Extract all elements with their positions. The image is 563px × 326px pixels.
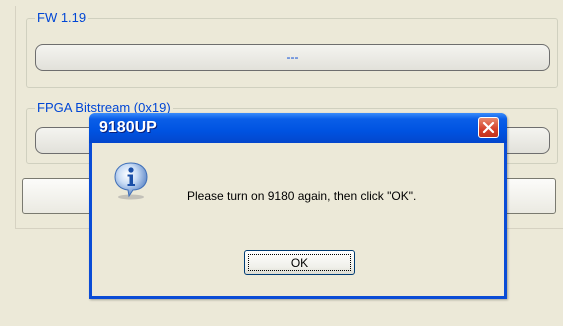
fw-progress-bar: ---	[35, 44, 550, 71]
dialog-body: Please turn on 9180 again, then click "O…	[92, 143, 504, 296]
dialog-title: 9180UP	[99, 119, 157, 136]
dialog-message: Please turn on 9180 again, then click "O…	[187, 189, 417, 203]
message-dialog: 9180UP Please turn on 9180 again, then c…	[89, 113, 507, 299]
info-icon	[114, 162, 148, 200]
ok-button[interactable]: OK	[244, 250, 355, 275]
dialog-titlebar[interactable]: 9180UP	[89, 113, 507, 143]
ok-button-label: OK	[248, 254, 351, 271]
close-button[interactable]	[478, 117, 499, 138]
fw-group-legend: FW 1.19	[35, 10, 89, 26]
fw-progress-text: ---	[286, 50, 299, 64]
close-icon	[482, 121, 495, 134]
